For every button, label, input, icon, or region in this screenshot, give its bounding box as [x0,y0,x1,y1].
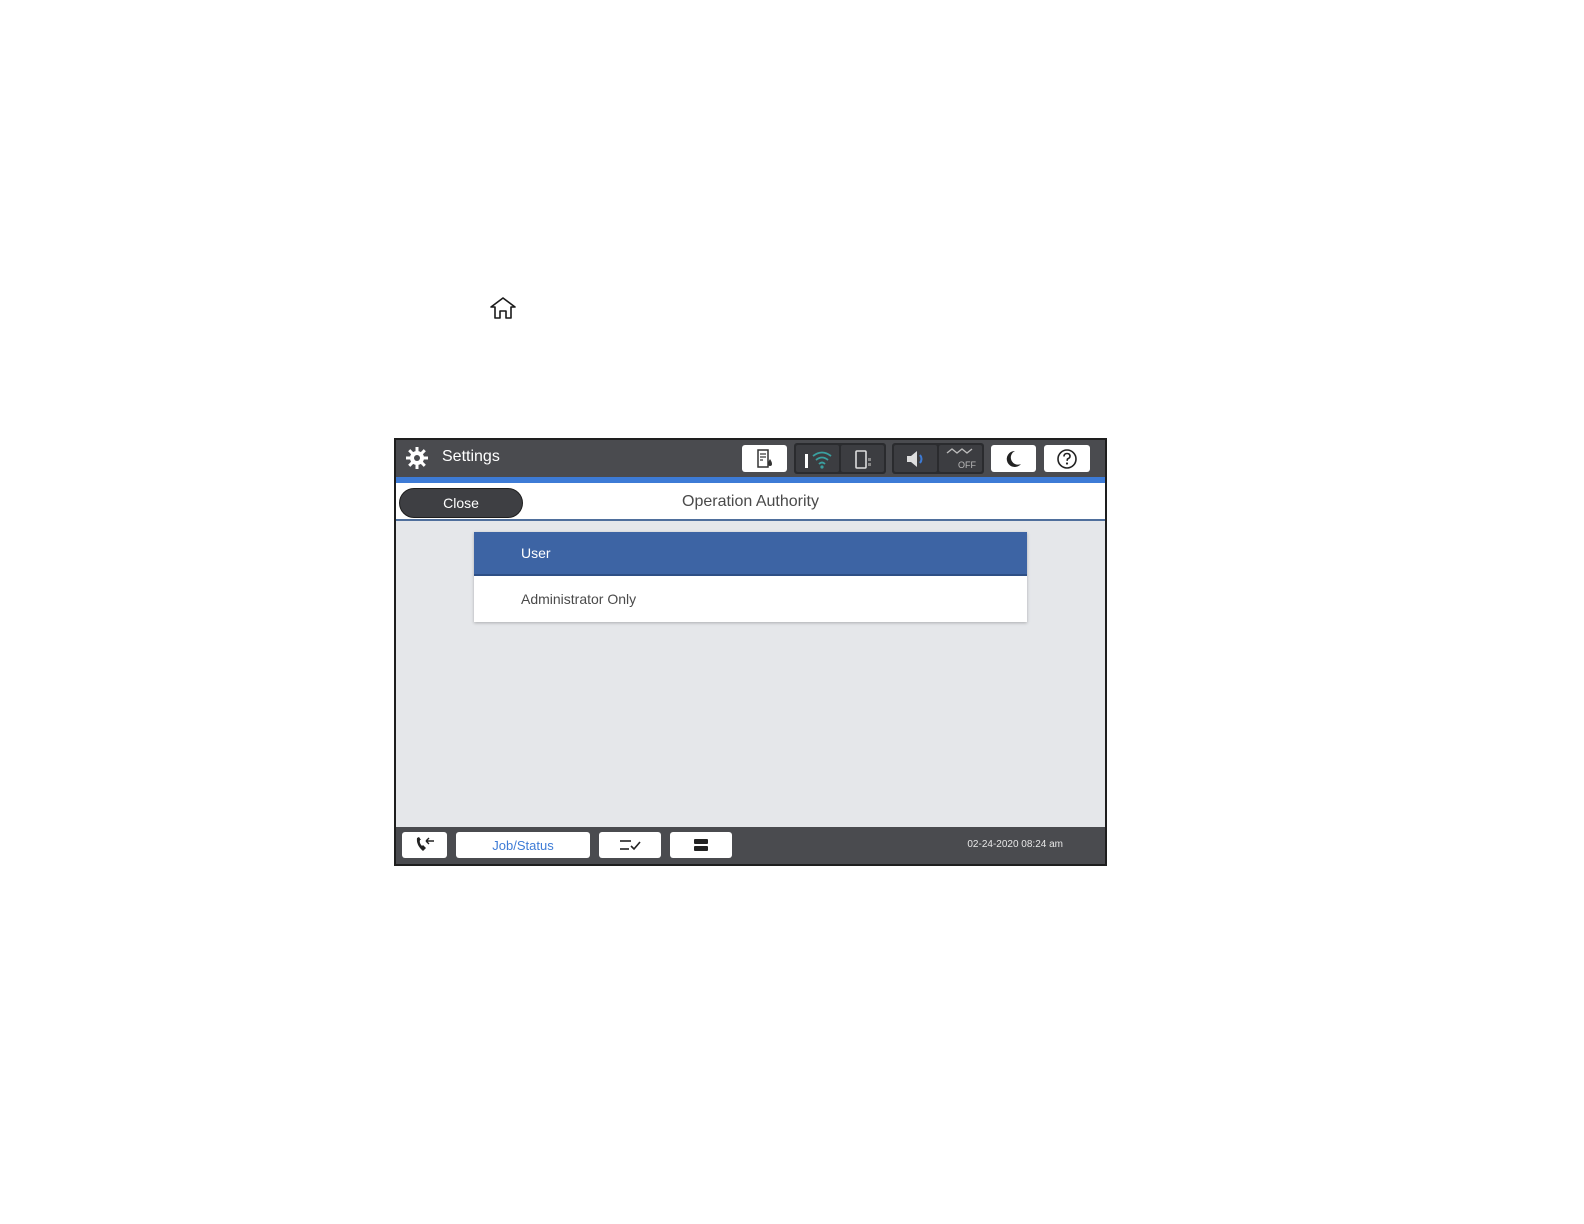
option-label: Administrator Only [521,591,637,607]
help-button[interactable] [1044,445,1090,472]
printer-control-panel: Settings OFF Close Operation Authority U… [394,438,1107,866]
printer-icon [694,839,708,851]
option-label: User [521,545,551,561]
page: Settings OFF Close Operation Authority U… [0,0,1584,1224]
option-administrator-only[interactable]: Administrator Only [474,576,1027,622]
job-list-button[interactable] [599,832,661,858]
wifi-icon [804,451,832,469]
ink-status-icon [756,448,772,468]
job-status-label: Job/Status [492,837,554,853]
option-user[interactable]: User [474,532,1027,576]
printer-status-button[interactable] [670,832,732,858]
fax-off-icon: OFF [946,447,976,470]
fax-status[interactable]: OFF [939,445,982,472]
home-icon [490,297,516,319]
bottom-bar: Job/Status 02-24-2020 08:24 am [396,827,1105,864]
phone-icon [416,837,434,851]
job-status-button[interactable]: Job/Status [456,832,590,858]
datetime: 02-24-2020 08:24 am [967,839,1063,850]
screen-title: Operation Authority [682,493,819,510]
page-title: Settings [442,448,500,465]
screen-header: Close Operation Authority [396,483,1105,521]
wifi-status[interactable] [796,445,839,472]
help-icon [1057,448,1077,469]
option-list: User Administrator Only [474,532,1027,622]
sound-status[interactable] [894,445,937,472]
sleep-icon [1006,450,1021,467]
wifi-direct-icon [854,449,871,469]
sound-fax-status-group[interactable]: OFF [892,443,984,474]
sleep-button[interactable] [991,445,1036,472]
network-status-group[interactable] [794,443,886,474]
sound-icon [906,450,922,467]
gear-icon [406,447,428,469]
ink-status-button[interactable] [742,445,787,472]
fax-off-label: OFF [958,460,976,470]
title-bar: Settings OFF [396,440,1105,477]
fax-send-button[interactable] [402,832,447,858]
wifi-direct-status[interactable] [841,445,884,472]
job-list-icon [620,840,641,851]
